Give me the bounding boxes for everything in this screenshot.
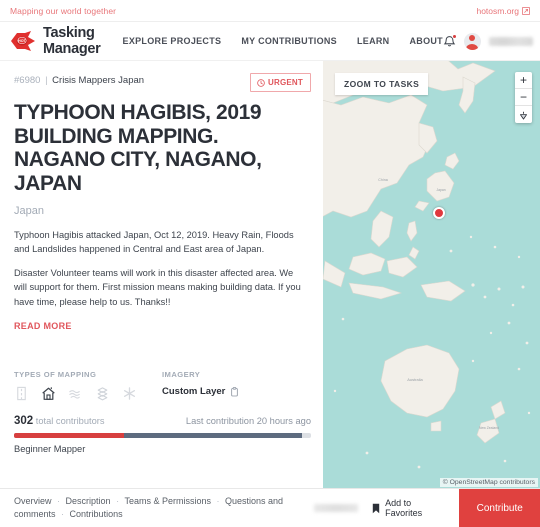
map-viewport[interactable]: Australia New Zealand China Japan ZOOM T…	[323, 61, 540, 488]
brand-title: Tasking Manager	[43, 25, 101, 57]
username-label	[488, 36, 533, 46]
nav-my-contributions[interactable]: MY CONTRIBUTIONS	[241, 36, 337, 46]
project-stats: TYPES OF MAPPING IMAGERY Custom Layer 30…	[14, 370, 311, 454]
urgent-status-badge[interactable]: URGENT	[250, 73, 311, 92]
brand-home-link[interactable]: HOT Tasking Manager	[10, 25, 101, 57]
progress-mapped-segment	[14, 433, 124, 438]
footer-link-description[interactable]: Description	[66, 496, 111, 506]
read-more-link[interactable]: READ MORE	[14, 321, 311, 331]
notification-dot	[451, 33, 457, 39]
nav-about[interactable]: ABOUT	[409, 36, 443, 46]
locate-button[interactable]	[515, 106, 532, 123]
contributors-count: 302	[14, 415, 34, 427]
project-description-paragraph-2: Disaster Volunteer teams will work in th…	[14, 268, 301, 307]
external-link-icon	[522, 6, 530, 15]
last-contribution-text: Last contribution 20 hours ago	[185, 416, 311, 426]
footer-link-overview[interactable]: Overview	[14, 496, 52, 506]
roads-icon	[14, 386, 29, 401]
footer-link-contributions[interactable]: Contributions	[70, 509, 123, 519]
project-country: Japan	[14, 205, 44, 218]
svg-text:Japan: Japan	[436, 188, 445, 192]
mapping-types-list	[14, 386, 162, 401]
footer-separator: ·	[116, 495, 120, 506]
project-description-paragraph-1: Typhoon Hagibis attacked Japan, Oct 12, …	[14, 230, 294, 255]
footer-section-nav: Overview · Description · Teams & Permiss…	[14, 495, 314, 522]
contributors-label: total contributors	[35, 416, 105, 426]
nav-learn[interactable]: LEARN	[357, 36, 390, 46]
hot-logo-icon: HOT	[10, 30, 36, 52]
tagline: Mapping our world together	[10, 5, 117, 16]
footer-link-teams-permissions[interactable]: Teams & Permissions	[124, 496, 211, 506]
land-use-icon	[95, 386, 110, 401]
map-marker-icon[interactable]	[433, 207, 445, 219]
imagery-value: Custom Layer	[162, 386, 226, 397]
add-to-favorites-button[interactable]: Add to Favorites	[360, 489, 459, 527]
project-id: #6980	[14, 75, 41, 86]
map-zoom-controls: + −	[515, 72, 532, 123]
svg-text:China: China	[378, 178, 387, 182]
footer-separator: ·	[61, 509, 65, 519]
bell-icon[interactable]	[443, 33, 457, 49]
avatar-head	[469, 35, 476, 41]
main-navbar: HOT Tasking Manager EXPLORE PROJECTS MY …	[0, 22, 540, 61]
project-detail-page: Mapping our world together hotosm.org HO…	[0, 0, 540, 527]
other-icon	[122, 386, 137, 401]
urgent-badge-label: URGENT	[268, 78, 303, 87]
hotosm-link-label: hotosm.org	[476, 5, 519, 16]
imagery-block: Custom Layer	[162, 379, 239, 401]
footer-actions: Add to Favorites Contribute	[314, 489, 540, 527]
contribute-button[interactable]: Contribute	[459, 489, 540, 527]
buildings-icon	[41, 386, 56, 401]
project-detail-panel: #6980 | Crisis Mappers Japan URGENT TYPH…	[0, 61, 323, 488]
meta-separator: |	[45, 75, 48, 86]
clock-icon	[257, 78, 265, 87]
hotosm-external-link[interactable]: hotosm.org	[476, 6, 530, 16]
map-attribution: © OpenStreetMap contributors	[439, 478, 538, 487]
top-banner: Mapping our world together hotosm.org	[0, 0, 540, 22]
primary-nav: EXPLORE PROJECTS MY CONTRIBUTIONS LEARN …	[123, 36, 443, 46]
footer-separator: ·	[216, 495, 220, 506]
svg-text:HOT: HOT	[18, 39, 27, 43]
nav-explore-projects[interactable]: EXPLORE PROJECTS	[123, 36, 222, 46]
contributors-row: 302 total contributors Last contribution…	[14, 415, 311, 427]
page-footer: Overview · Description · Teams & Permiss…	[0, 488, 540, 527]
user-avatar[interactable]	[463, 32, 481, 50]
svg-text:Australia: Australia	[407, 377, 423, 382]
nav-user-area: ⌄	[443, 32, 540, 50]
content-area: #6980 | Crisis Mappers Japan URGENT TYPH…	[0, 61, 540, 488]
footer-separator: ·	[57, 495, 61, 506]
stats-headings: TYPES OF MAPPING IMAGERY	[14, 370, 311, 379]
zoom-to-tasks-button[interactable]: ZOOM TO TASKS	[335, 73, 429, 95]
imagery-heading: IMAGERY	[162, 370, 201, 379]
obscured-footer-label	[314, 504, 359, 512]
waterways-icon	[68, 386, 83, 401]
project-organisation[interactable]: Crisis Mappers Japan	[52, 75, 144, 86]
svg-text:New Zealand: New Zealand	[479, 426, 499, 430]
locate-icon	[519, 110, 528, 120]
avatar-body	[466, 43, 479, 50]
zoom-out-button[interactable]: −	[515, 89, 532, 106]
imagery-value-row: Custom Layer	[162, 386, 239, 397]
project-progress-bar	[14, 433, 311, 438]
types-of-mapping-heading: TYPES OF MAPPING	[14, 370, 97, 379]
zoom-in-button[interactable]: +	[515, 72, 532, 89]
project-identifier: #6980 | Crisis Mappers Japan	[14, 73, 144, 86]
contributors-summary: 302 total contributors	[14, 415, 105, 427]
progress-validated-segment	[123, 433, 303, 438]
map-tiles: Australia New Zealand China Japan	[323, 61, 540, 488]
page-title: TYPHOON HAGIBIS, 2019 BUILDING MAPPING. …	[14, 101, 262, 195]
bookmark-icon	[372, 503, 380, 514]
project-meta-row: #6980 | Crisis Mappers Japan URGENT	[14, 73, 311, 92]
copy-icon[interactable]	[230, 386, 239, 397]
add-to-favorites-label: Add to Favorites	[385, 498, 423, 518]
difficulty-level: Beginner Mapper	[14, 444, 86, 454]
